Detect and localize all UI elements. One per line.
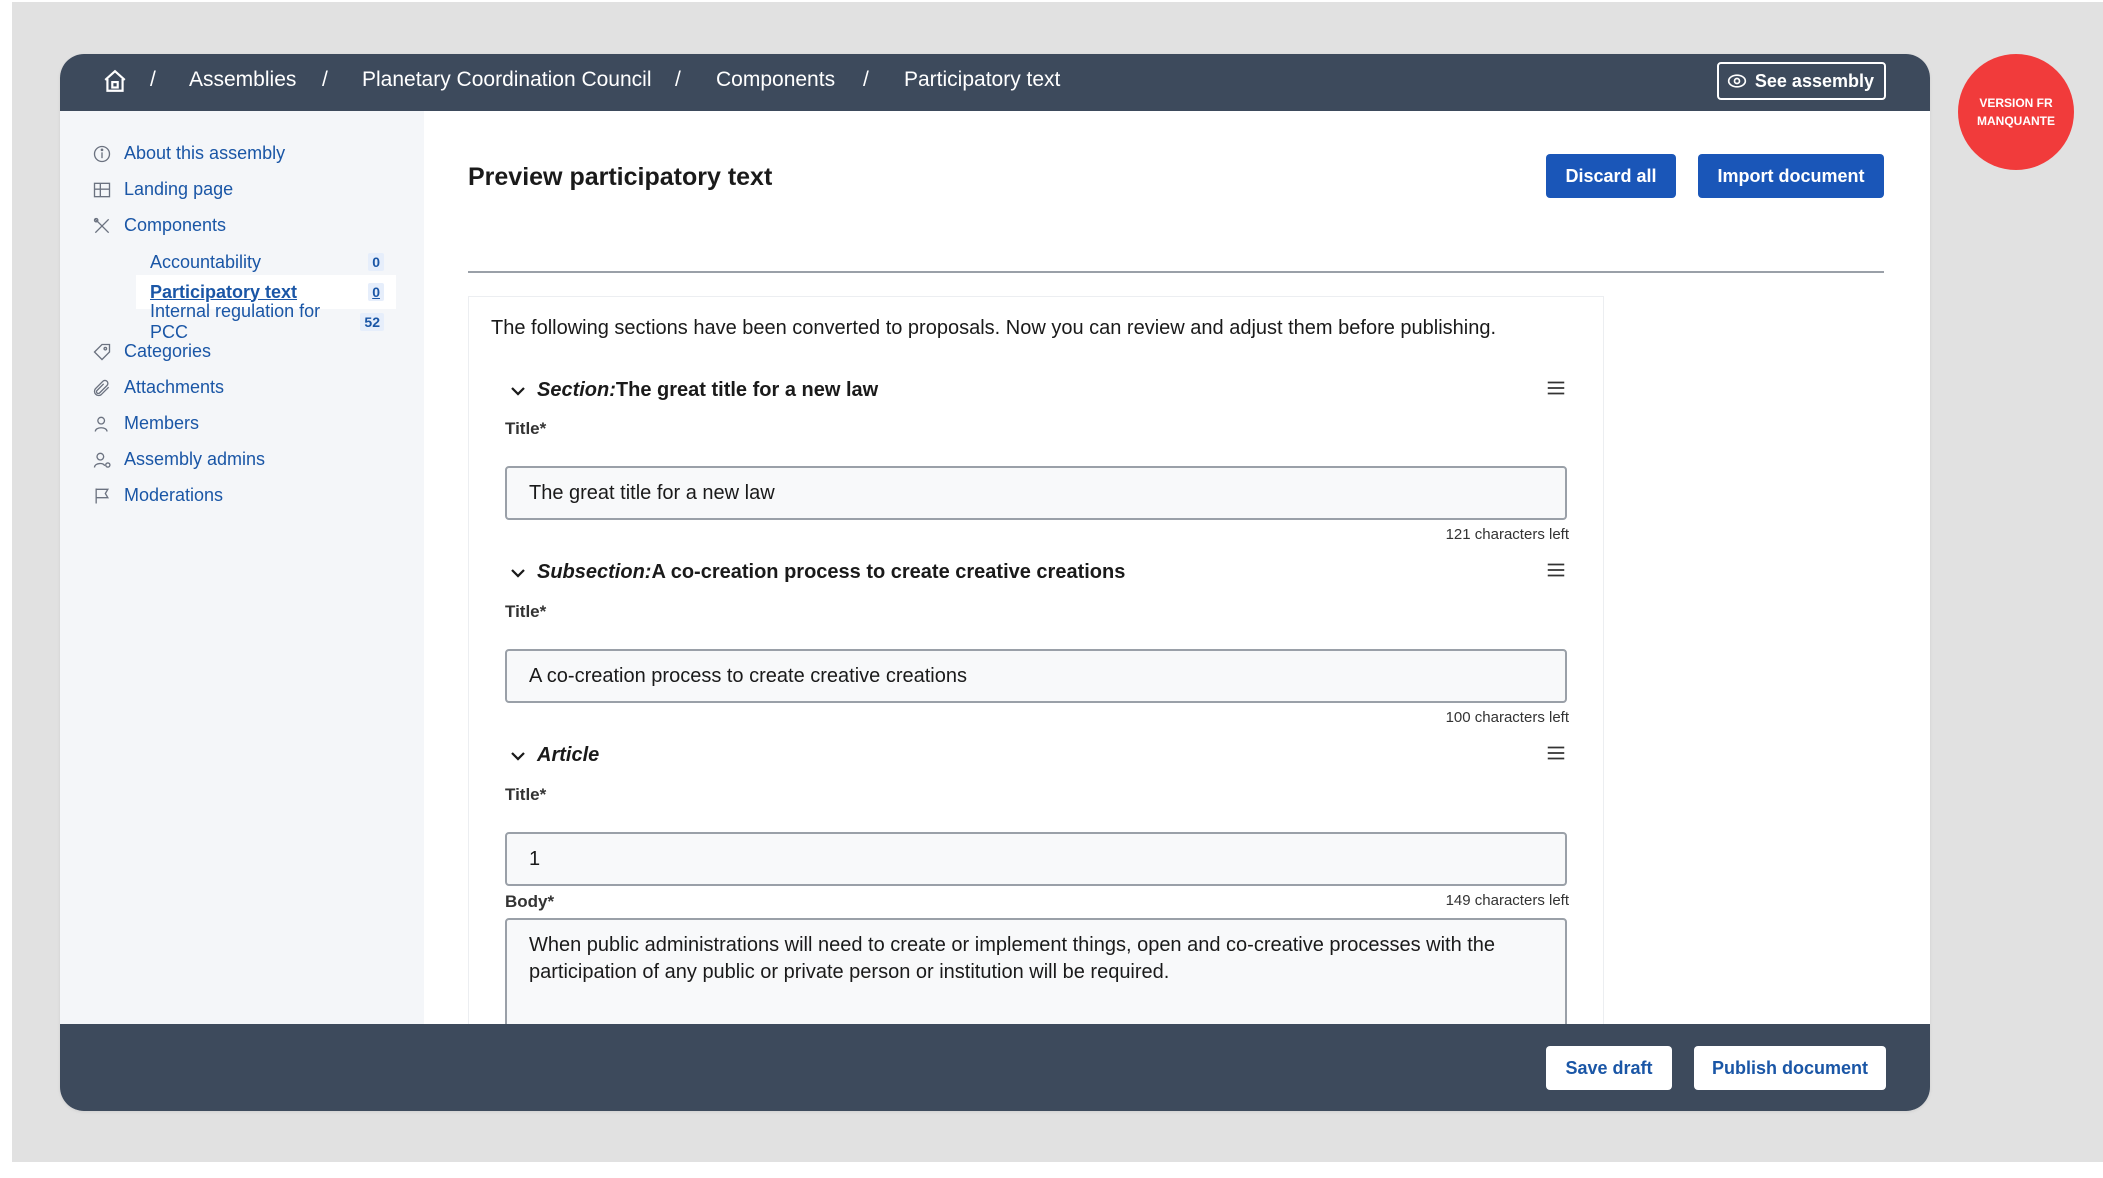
see-assembly-button[interactable]: See assembly: [1716, 62, 1886, 100]
sidebar-item-attachments[interactable]: Attachments: [92, 377, 224, 398]
sidebar-item-label: Attachments: [124, 377, 225, 397]
characters-left: 149 characters left: [1445, 892, 1569, 909]
drag-handle-icon[interactable]: [1545, 742, 1567, 764]
sidebar-component-internal-regulation[interactable]: Internal regulation for PCC 52: [136, 301, 396, 342]
title-label: Title*: [505, 419, 547, 438]
discard-all-button[interactable]: Discard all: [1546, 154, 1676, 198]
publish-document-button[interactable]: Publish document: [1694, 1046, 1886, 1090]
component-label: Internal regulation for PCC: [150, 301, 321, 342]
sidebar-item-label: Components: [124, 215, 227, 235]
drag-handle-icon[interactable]: [1545, 559, 1567, 581]
info-icon: [93, 145, 111, 162]
sidebar-component-accountability[interactable]: Accountability 0: [136, 245, 396, 279]
sidebar-item-label: Members: [124, 413, 200, 433]
title-label: Title*: [505, 785, 547, 804]
missing-translation-badge: VERSION FR MANQUANTE: [1958, 54, 2074, 170]
section-heading: The great title for a new law: [615, 379, 879, 401]
title-label: Title*: [505, 602, 547, 621]
breadcrumb-separator: /: [322, 68, 328, 91]
title-divider: [468, 271, 1884, 273]
action-footer: Save draft Publish document: [60, 1024, 1930, 1111]
subsection-header[interactable]: Subsection:A co-creation process to crea…: [509, 561, 1125, 584]
sidebar-item-label: About this assembly: [124, 143, 286, 163]
sidebar-item-moderations[interactable]: Moderations: [92, 485, 223, 506]
user-admin-icon: [93, 452, 111, 468]
characters-left: 100 characters left: [1445, 709, 1569, 726]
user-icon: [94, 416, 108, 432]
drag-handle-icon[interactable]: [1545, 377, 1567, 399]
badge-line-2: MANQUANTE: [1977, 114, 2055, 128]
sidebar-item-label: Moderations: [124, 485, 224, 505]
breadcrumb-separator: /: [675, 68, 681, 91]
section-kind: Subsection:: [537, 561, 652, 583]
admin-window: / Assemblies / Planetary Coordination Co…: [60, 54, 1930, 1111]
breadcrumb-components[interactable]: Components: [716, 68, 835, 92]
article-body-text: When public administrations will need to…: [529, 934, 1496, 983]
characters-left: 121 characters left: [1445, 526, 1569, 543]
component-label: Accountability: [150, 251, 262, 272]
tag-icon: [93, 343, 111, 360]
breadcrumb-assemblies[interactable]: Assemblies: [189, 68, 296, 92]
article-header[interactable]: Article: [509, 744, 599, 767]
import-document-button[interactable]: Import document: [1698, 154, 1884, 198]
section-kind: Article: [537, 744, 600, 766]
component-count: 52: [360, 313, 384, 331]
eye-icon: [1727, 74, 1747, 88]
chevron-down-icon[interactable]: [509, 747, 527, 765]
section-kind: Section:: [537, 379, 616, 401]
sidebar-item-about[interactable]: About this assembly: [92, 143, 285, 164]
component-count: 0: [368, 283, 384, 301]
chevron-down-icon[interactable]: [509, 382, 527, 400]
save-draft-button[interactable]: Save draft: [1546, 1046, 1672, 1090]
sidebar-item-components[interactable]: Components: [92, 215, 226, 236]
sidebar-item-label: Categories: [124, 341, 212, 361]
breadcrumb-separator: /: [863, 68, 869, 91]
preview-card: The following sections have been convert…: [468, 296, 1604, 1076]
tools-icon: [93, 217, 110, 233]
section-heading: A co-creation process to create creative…: [651, 561, 1126, 583]
breadcrumb-current: Participatory text: [904, 68, 1061, 91]
chevron-down-icon[interactable]: [509, 564, 527, 582]
sidebar-item-label: Landing page: [124, 179, 234, 199]
sidebar-item-members[interactable]: Members: [92, 413, 199, 434]
component-count: 0: [368, 253, 384, 271]
main-content: Preview participatory text Discard all I…: [424, 111, 1930, 1076]
sidebar-item-label: Assembly admins: [124, 449, 266, 469]
body-label: Body*: [505, 892, 555, 911]
section-title-input[interactable]: The great title for a new law: [505, 466, 1567, 520]
layout-icon: [93, 182, 111, 197]
sidebar: About this assembly Landing page Compone…: [60, 111, 424, 1024]
sidebar-item-categories[interactable]: Categories: [92, 341, 211, 362]
see-assembly-label: See assembly: [1754, 70, 1874, 91]
sidebar-item-assembly-admins[interactable]: Assembly admins: [92, 449, 265, 470]
top-bar: / Assemblies / Planetary Coordination Co…: [60, 54, 1930, 111]
page-title: Preview participatory text: [468, 163, 773, 191]
home-icon[interactable]: [102, 68, 128, 94]
component-label: Participatory text: [150, 281, 298, 302]
sidebar-item-landing[interactable]: Landing page: [92, 179, 233, 200]
flag-icon: [95, 488, 110, 503]
article-title-input[interactable]: 1: [505, 832, 1567, 886]
breadcrumb-separator: /: [150, 68, 156, 91]
section-header[interactable]: Section:The great title for a new law: [509, 379, 878, 402]
intro-text: The following sections have been convert…: [491, 317, 1497, 339]
subsection-title-input[interactable]: A co-creation process to create creative…: [505, 649, 1567, 703]
paperclip-icon: [93, 379, 110, 396]
breadcrumb-assembly[interactable]: Planetary Coordination Council: [362, 68, 652, 92]
badge-line-1: VERSION FR: [1979, 96, 2053, 110]
